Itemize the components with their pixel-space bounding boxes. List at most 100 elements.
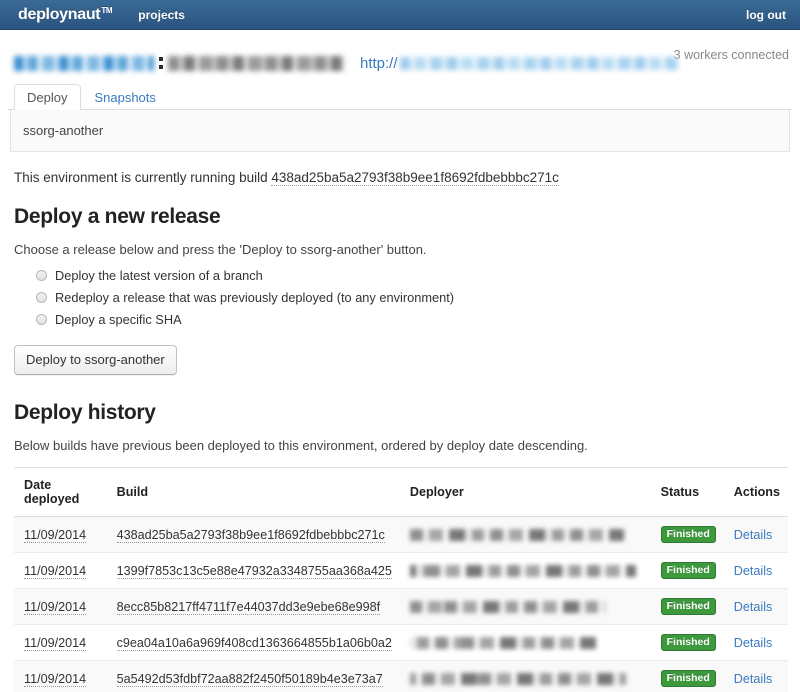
details-link[interactable]: Details xyxy=(734,528,773,542)
cell-build: 5a5492d53fdbf72aa882f2450f50189b4e3e73a7 xyxy=(106,660,400,692)
environment-name-redacted xyxy=(168,55,346,71)
tab-snapshots[interactable]: Snapshots xyxy=(81,84,169,110)
cell-build: 8ecc85b8217ff4711f7e44037dd3e9ebe68e998f xyxy=(106,588,400,625)
details-link[interactable]: Details xyxy=(734,600,773,614)
column-header-status: Status xyxy=(650,467,724,517)
details-link[interactable]: Details xyxy=(734,672,773,686)
table-row: 11/09/2014 1399f7853c13c5e88e47932a334875… xyxy=(14,552,788,589)
radio-option-label: Deploy the latest version of a branch xyxy=(55,268,263,283)
table-row: 11/09/2014 c9ea04a10a6a969f408cd136366485… xyxy=(14,624,788,661)
cell-deployer xyxy=(399,516,651,553)
radio-icon[interactable] xyxy=(36,292,47,303)
status-badge: Finished xyxy=(660,670,716,687)
radio-option-latest-branch[interactable]: Deploy the latest version of a branch xyxy=(14,268,788,283)
radio-icon[interactable] xyxy=(36,270,47,281)
environment-url-redacted[interactable] xyxy=(399,56,678,70)
deploy-new-description: Choose a release below and press the 'De… xyxy=(14,242,427,257)
deploy-new-heading: Deploy a new release xyxy=(14,205,221,228)
column-header-date: Date deployed xyxy=(14,467,107,517)
deploy-submit-button[interactable]: Deploy to ssorg-another xyxy=(14,345,177,375)
cell-actions: Details xyxy=(723,660,788,692)
deployer-name-redacted xyxy=(409,636,597,649)
build-sha-link[interactable]: 5a5492d53fdbf72aa882f2450f50189b4e3e73a7 xyxy=(116,671,383,687)
cell-deployer xyxy=(399,624,651,661)
url-protocol-label: http:// xyxy=(360,54,398,72)
cell-status: Finished xyxy=(650,516,724,553)
table-row: 11/09/2014 438ad25ba5a2793f38b9ee1f8692fd… xyxy=(14,516,788,553)
table-head: Date deployed Build Deployer Status Acti… xyxy=(14,467,788,517)
deploy-history-heading: Deploy history xyxy=(14,401,156,424)
deployer-name-redacted xyxy=(409,672,627,685)
tab-deploy[interactable]: Deploy xyxy=(14,84,82,110)
cell-date-deployed: 11/09/2014 xyxy=(14,588,107,625)
radio-option-specific-sha[interactable]: Deploy a specific SHA xyxy=(14,312,788,327)
date-deployed-value: 11/09/2014 xyxy=(24,599,87,615)
cell-actions: Details xyxy=(723,516,788,553)
deployer-name-redacted xyxy=(409,600,606,613)
app-logo-text: deploynaut xyxy=(18,5,101,23)
cell-actions: Details xyxy=(723,552,788,589)
cell-date-deployed: 11/09/2014 xyxy=(14,552,107,589)
cell-status: Finished xyxy=(650,624,724,661)
deploy-history-table: Date deployed Build Deployer Status Acti… xyxy=(14,467,788,692)
date-deployed-value: 11/09/2014 xyxy=(24,527,87,543)
status-badge: Finished xyxy=(660,634,716,651)
current-build-sha-link[interactable]: 438ad25ba5a2793f38b9ee1f8692fdbebbbc271c xyxy=(271,170,559,186)
cell-build: 1399f7853c13c5e88e47932a3348755aa368a425 xyxy=(106,552,400,589)
release-options-group: Deploy the latest version of a branch Re… xyxy=(14,268,788,327)
cell-deployer xyxy=(399,660,651,692)
date-deployed-value: 11/09/2014 xyxy=(24,635,87,651)
cell-actions: Details xyxy=(723,588,788,625)
current-build-line: This environment is currently running bu… xyxy=(14,170,788,186)
table-row: 11/09/2014 8ecc85b8217ff4711f7e44037dd3e9… xyxy=(14,588,788,625)
deployer-name-redacted xyxy=(409,564,636,577)
current-build-prefix: This environment is currently running bu… xyxy=(14,170,268,185)
logout-link[interactable]: log out xyxy=(746,8,786,22)
date-deployed-value: 11/09/2014 xyxy=(24,563,87,579)
deployer-name-redacted xyxy=(409,528,624,541)
column-header-actions: Actions xyxy=(723,467,788,517)
radio-icon[interactable] xyxy=(36,314,47,325)
workers-connected-status: 3 workers connected xyxy=(673,48,789,62)
radio-option-label: Deploy a specific SHA xyxy=(55,312,182,327)
deploy-history-description: Below builds have previous been deployed… xyxy=(14,438,588,453)
main-content: This environment is currently running bu… xyxy=(8,170,792,692)
status-badge: Finished xyxy=(660,526,716,543)
page-wrap: 3 workers connected http:// Deploy Snaps… xyxy=(0,30,800,692)
nav-projects-link[interactable]: projects xyxy=(138,8,185,22)
cell-status: Finished xyxy=(650,588,724,625)
column-header-build: Build xyxy=(106,467,400,517)
cell-date-deployed: 11/09/2014 xyxy=(14,660,107,692)
table-header-row: Date deployed Build Deployer Status Acti… xyxy=(14,467,788,517)
cell-status: Finished xyxy=(650,552,724,589)
table-row: 11/09/2014 5a5492d53fdbf72aa882f2450f5018… xyxy=(14,660,788,692)
table-body: 11/09/2014 438ad25ba5a2793f38b9ee1f8692fd… xyxy=(14,516,788,692)
cell-deployer xyxy=(399,552,651,589)
build-sha-link[interactable]: c9ea04a10a6a969f408cd1363664855b1a06b0a2 xyxy=(116,635,392,651)
cell-date-deployed: 11/09/2014 xyxy=(14,516,107,553)
environment-panel-name: ssorg-another xyxy=(23,123,104,138)
app-logo[interactable]: deploynaut TM xyxy=(18,5,113,24)
build-sha-link[interactable]: 438ad25ba5a2793f38b9ee1f8692fdbebbbc271c xyxy=(116,527,385,543)
date-deployed-value: 11/09/2014 xyxy=(24,671,87,687)
colon-separator xyxy=(159,57,163,69)
tab-bar: Deploy Snapshots xyxy=(8,84,792,110)
trademark-symbol: TM xyxy=(101,5,113,15)
top-navbar: deploynaut TM projects log out xyxy=(0,0,800,30)
column-header-deployer: Deployer xyxy=(399,467,651,517)
build-sha-link[interactable]: 1399f7853c13c5e88e47932a3348755aa368a425 xyxy=(116,563,392,579)
details-link[interactable]: Details xyxy=(734,564,773,578)
cell-date-deployed: 11/09/2014 xyxy=(14,624,107,661)
project-name-redacted[interactable] xyxy=(14,55,154,71)
build-sha-link[interactable]: 8ecc85b8217ff4711f7e44037dd3e9ebe68e998f xyxy=(116,599,381,615)
cell-deployer xyxy=(399,588,651,625)
cell-build: c9ea04a10a6a969f408cd1363664855b1a06b0a2 xyxy=(106,624,400,661)
environment-panel: ssorg-another xyxy=(10,110,790,152)
cell-build: 438ad25ba5a2793f38b9ee1f8692fdbebbbc271c xyxy=(106,516,400,553)
radio-option-label: Redeploy a release that was previously d… xyxy=(55,290,455,305)
details-link[interactable]: Details xyxy=(734,636,773,650)
radio-option-redeploy[interactable]: Redeploy a release that was previously d… xyxy=(14,290,788,305)
cell-actions: Details xyxy=(723,624,788,661)
cell-status: Finished xyxy=(650,660,724,692)
project-header: http:// xyxy=(8,30,792,84)
